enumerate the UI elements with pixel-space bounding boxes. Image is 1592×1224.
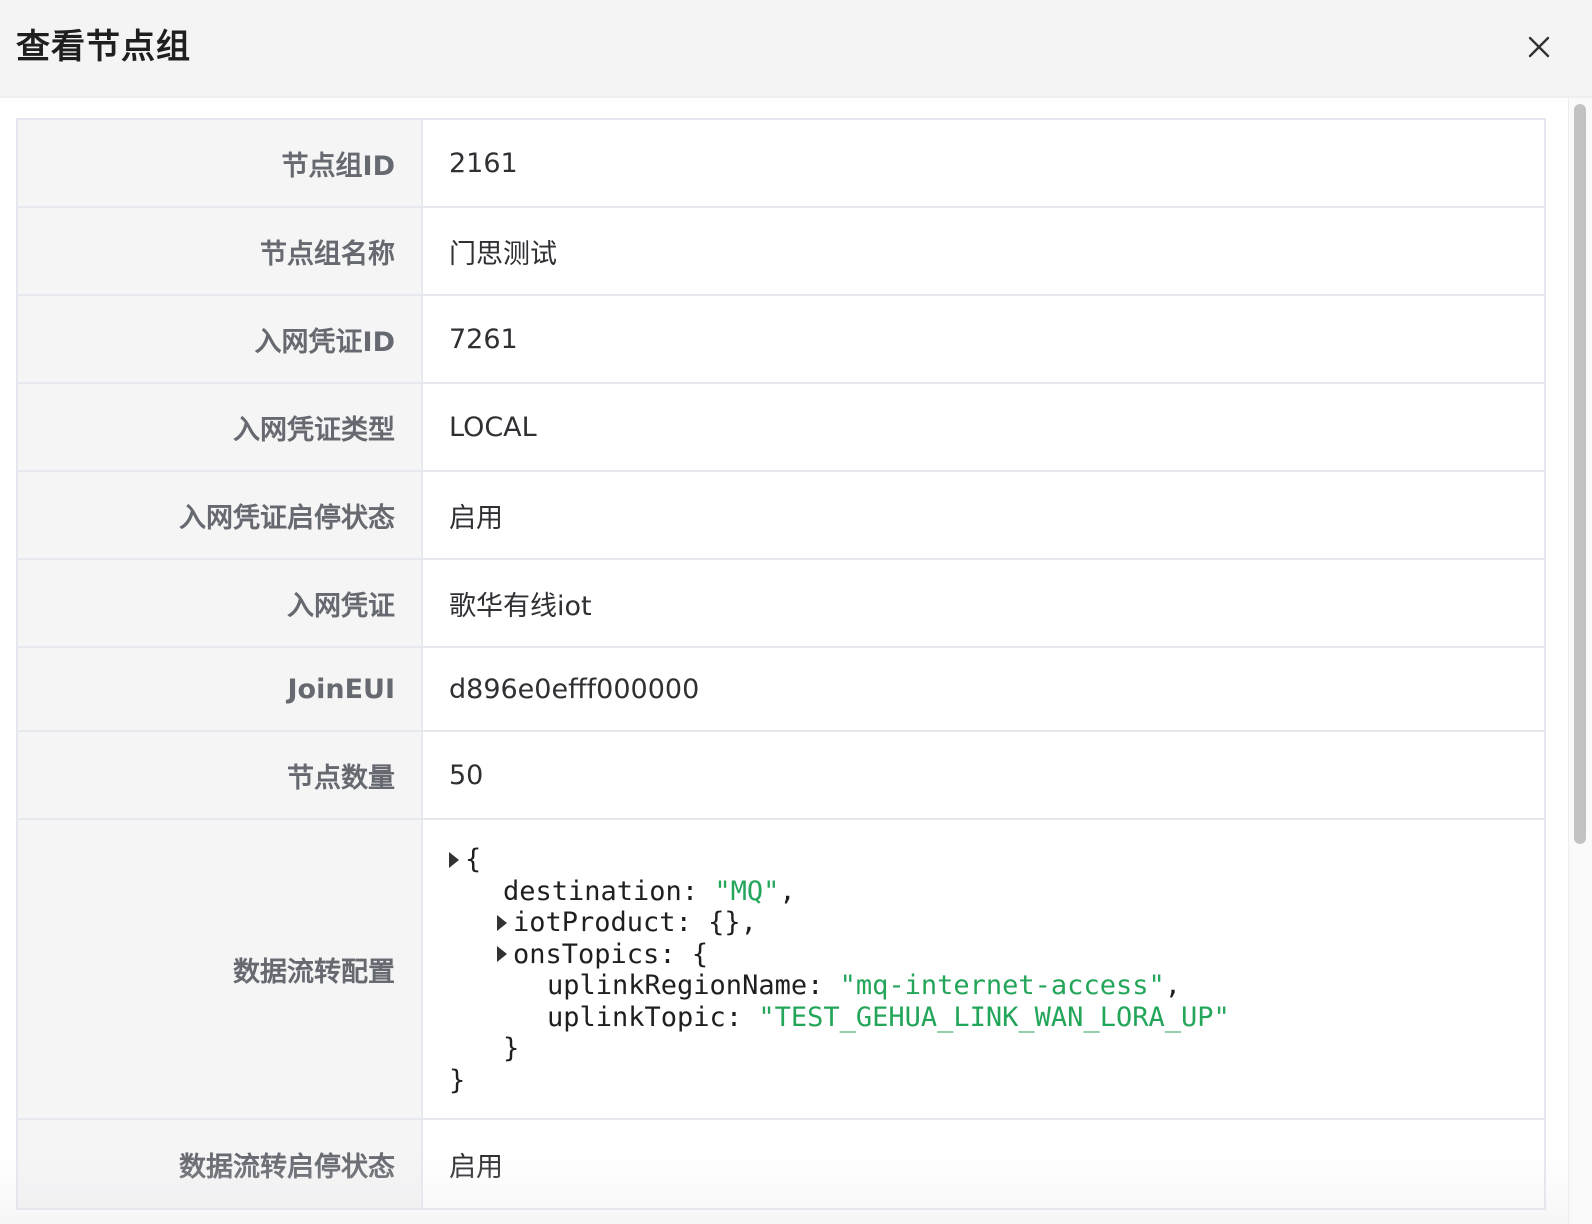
json-key: destination	[503, 875, 682, 907]
row-value: 门思测试	[449, 238, 557, 270]
close-icon	[1528, 36, 1550, 58]
expand-caret-icon[interactable]	[497, 946, 507, 963]
json-brace: {	[465, 844, 482, 875]
table-row: 数据流转配置 { destination: "MQ", iotProduct: …	[18, 820, 1544, 1120]
json-key: iotProduct	[513, 907, 676, 938]
row-value: 启用	[449, 502, 503, 534]
json-string-value: "MQ"	[714, 875, 780, 907]
table-row: 节点数量 50	[18, 732, 1544, 820]
json-comma: ,	[740, 907, 757, 938]
table-row: 数据流转启停状态 启用	[18, 1120, 1544, 1208]
json-colon: :	[681, 875, 715, 907]
row-label: 入网凭证类型	[18, 384, 423, 470]
json-colon: :	[725, 1001, 759, 1033]
json-colon: :	[807, 970, 840, 1001]
json-object-value: {}	[708, 907, 741, 938]
json-key: onsTopics	[513, 938, 660, 970]
row-label: 入网凭证ID	[18, 296, 423, 382]
row-label: 数据流转配置	[18, 820, 423, 1118]
view-node-group-dialog: 查看节点组 节点组ID 2161 节点组名称 门思测试 入网凭证ID 7261	[0, 0, 1592, 1224]
json-colon: :	[675, 907, 709, 938]
json-string-value: "mq-internet-access"	[839, 970, 1165, 1001]
row-value: d896e0efff000000	[449, 673, 700, 705]
json-line-uplinktopic: uplinkTopic: "TEST_GEHUA_LINK_WAN_LORA_U…	[449, 1002, 1230, 1034]
json-brace: {	[691, 938, 709, 970]
row-value: 7261	[449, 323, 518, 355]
row-label: 数据流转启停状态	[18, 1120, 423, 1208]
json-key: uplinkRegionName	[547, 970, 808, 1001]
dialog-title: 查看节点组	[16, 27, 191, 67]
json-comma: ,	[779, 875, 796, 907]
json-string-value: "TEST_GEHUA_LINK_WAN_LORA_UP"	[758, 1001, 1230, 1033]
json-line-iotproduct[interactable]: iotProduct: {},	[449, 907, 1230, 939]
description-table: 节点组ID 2161 节点组名称 门思测试 入网凭证ID 7261 入网凭证类型…	[16, 118, 1546, 1210]
row-value: 歌华有线iot	[449, 590, 592, 622]
expand-caret-icon[interactable]	[497, 914, 507, 931]
row-value: 2161	[449, 147, 518, 179]
row-label: JoinEUI	[18, 648, 423, 730]
json-line-onstopics-close: }	[449, 1033, 1230, 1065]
table-row: 入网凭证ID 7261	[18, 296, 1544, 384]
json-brace: }	[449, 1064, 466, 1096]
json-colon: :	[659, 938, 692, 970]
json-line-destination: destination: "MQ",	[449, 876, 1230, 908]
row-value: LOCAL	[449, 411, 537, 443]
row-label: 入网凭证	[18, 560, 423, 646]
close-button[interactable]	[1524, 32, 1554, 62]
json-brace: }	[503, 1033, 520, 1064]
table-row: 入网凭证 歌华有线iot	[18, 560, 1544, 648]
row-label: 节点组ID	[18, 120, 423, 206]
json-line-uplinkregionname: uplinkRegionName: "mq-internet-access",	[449, 970, 1230, 1002]
json-line-onstopics[interactable]: onsTopics: {	[449, 939, 1230, 971]
json-comma: ,	[1164, 970, 1181, 1001]
row-label: 节点数量	[18, 732, 423, 818]
row-label: 入网凭证启停状态	[18, 472, 423, 558]
table-row: 入网凭证类型 LOCAL	[18, 384, 1544, 472]
table-row: 节点组名称 门思测试	[18, 208, 1544, 296]
table-row: JoinEUI d896e0efff000000	[18, 648, 1544, 732]
table-row: 节点组ID 2161	[18, 120, 1544, 208]
table-row: 入网凭证启停状态 启用	[18, 472, 1544, 560]
row-value: 启用	[449, 1151, 503, 1183]
dialog-header: 查看节点组	[0, 0, 1592, 98]
row-label: 节点组名称	[18, 208, 423, 294]
expand-caret-icon[interactable]	[449, 851, 459, 868]
json-line-root-close: }	[449, 1065, 1230, 1097]
json-key: uplinkTopic	[547, 1001, 726, 1033]
dialog-body: 节点组ID 2161 节点组名称 门思测试 入网凭证ID 7261 入网凭证类型…	[0, 98, 1592, 1224]
scrollbar-thumb[interactable]	[1574, 104, 1586, 844]
json-value-cell: { destination: "MQ", iotProduct: {}, ons…	[423, 820, 1544, 1118]
json-root-line[interactable]: {	[449, 844, 1230, 876]
row-value: 50	[449, 759, 484, 791]
json-viewer: { destination: "MQ", iotProduct: {}, ons…	[449, 842, 1230, 1096]
vertical-scrollbar[interactable]	[1568, 98, 1592, 1224]
